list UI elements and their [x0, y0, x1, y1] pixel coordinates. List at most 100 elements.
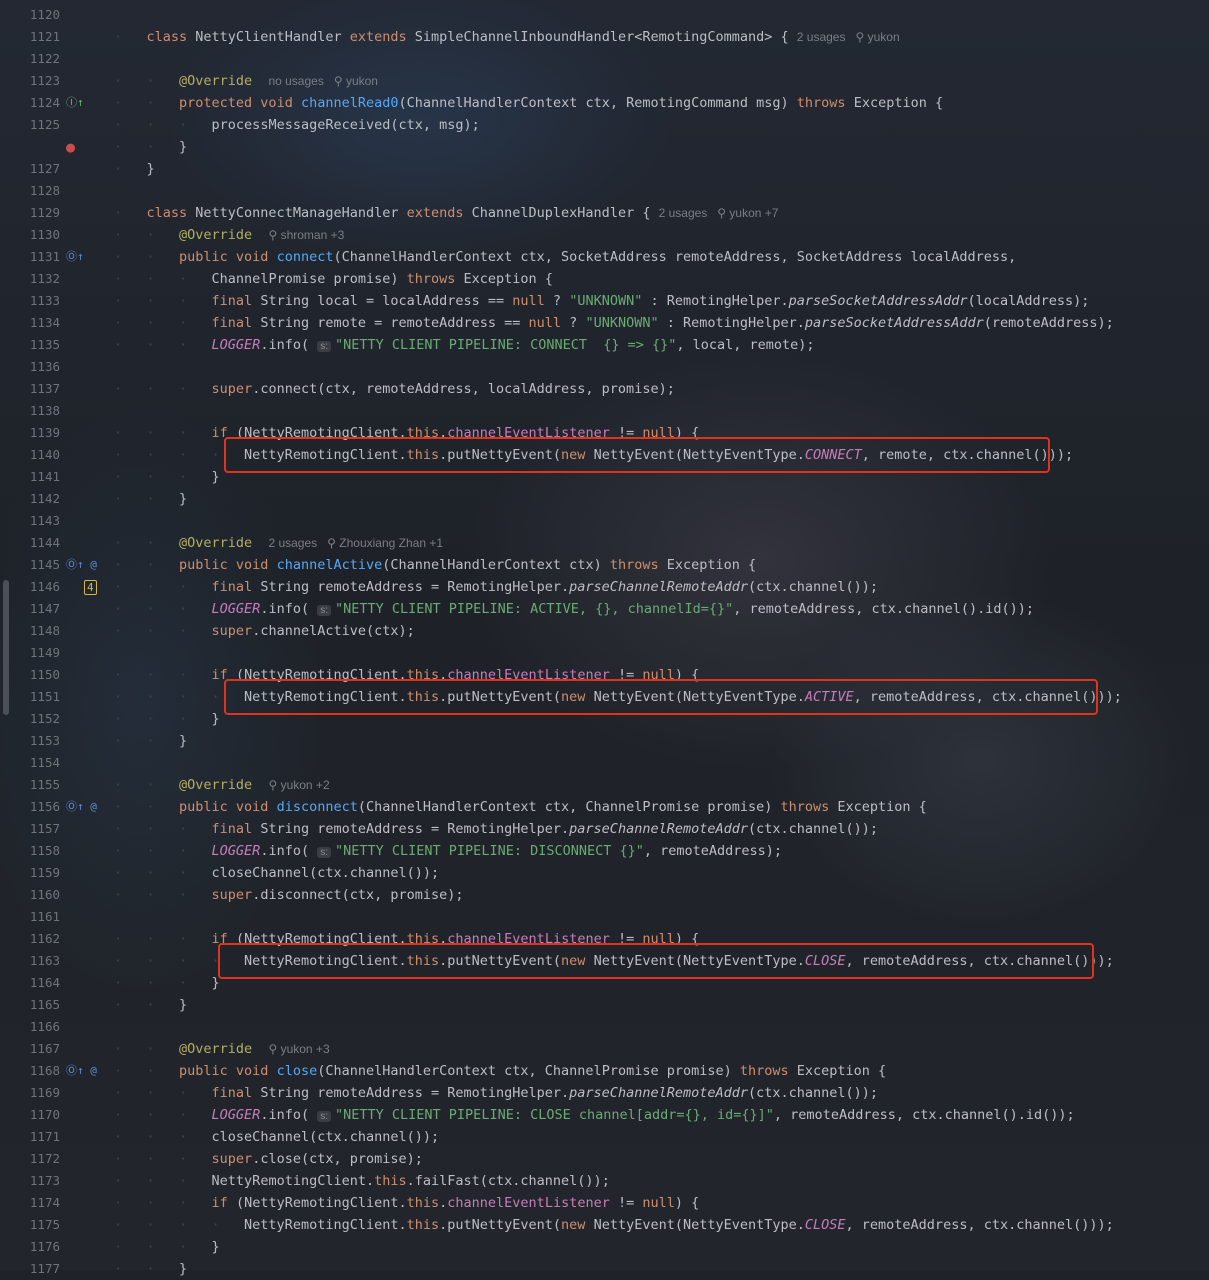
code-line[interactable] — [110, 642, 1209, 664]
code-line[interactable]: · · @Override no usages ⚲ yukon — [110, 70, 1209, 92]
code-line[interactable]: · · · ChannelPromise promise) throws Exc… — [110, 268, 1209, 290]
code-line[interactable] — [110, 510, 1209, 532]
code-token: (ctx.channel()); — [747, 821, 879, 837]
line-number: 1172 — [29, 1151, 60, 1166]
line-number: 1176 — [29, 1239, 60, 1254]
code-line[interactable]: · · @Override ⚲ yukon +3 — [110, 1038, 1209, 1060]
code-line[interactable]: · · } — [110, 488, 1209, 510]
code-line[interactable]: · · · super.channelActive(ctx); — [110, 620, 1209, 642]
warning-count-gutter-icon[interactable]: 4 — [84, 580, 97, 595]
inlay-hint[interactable]: 2 usages ⚲ yukon — [797, 30, 900, 44]
inlay-hint[interactable]: 2 usages ⚲ Zhouxiang Zhan +1 — [268, 536, 443, 550]
code-line[interactable]: · · public void channelActive(ChannelHan… — [110, 554, 1209, 576]
code-line[interactable]: · · · final String remoteAddress = Remot… — [110, 818, 1209, 840]
code-token: throws — [739, 1063, 789, 1079]
code-token: (remoteAddress); — [983, 315, 1114, 331]
inlay-hint[interactable]: ⚲ yukon +3 — [268, 1042, 329, 1056]
code-line[interactable] — [110, 48, 1209, 70]
indent-guide: · · · — [114, 271, 212, 287]
code-line[interactable]: · · · final String remote = remoteAddres… — [110, 312, 1209, 334]
code-line[interactable]: · · } — [110, 136, 1209, 158]
code-line[interactable] — [110, 400, 1209, 422]
code-line[interactable]: · · } — [110, 994, 1209, 1016]
indent-guide: · · — [114, 733, 180, 749]
code-line[interactable]: · · · super.connect(ctx, remoteAddress, … — [110, 378, 1209, 400]
code-token: .channelActive(ctx); — [252, 623, 415, 639]
override-annotated-gutter-icon[interactable]: Ⓞ↑ @ — [66, 796, 97, 818]
code-line[interactable]: · · · LOGGER.info( s: "NETTY CLIENT PIPEL… — [110, 334, 1209, 356]
code-line[interactable]: · · · closeChannel(ctx.channel()); — [110, 1126, 1209, 1148]
code-line[interactable]: · · public void disconnect(ChannelHandle… — [110, 796, 1209, 818]
line-number: 1171 — [29, 1129, 60, 1144]
code-token: public void — [179, 1063, 269, 1079]
indent-guide: · · · — [114, 975, 212, 991]
code-line[interactable]: · · · final String local = localAddress … — [110, 290, 1209, 312]
code-token: .connect(ctx, remoteAddress, localAddres… — [252, 381, 675, 397]
line-number: 1134 — [29, 315, 60, 330]
inlay-hint[interactable]: no usages ⚲ yukon — [268, 74, 378, 88]
indent-guide: · · — [114, 1063, 180, 1079]
code-editor-area[interactable]: · class NettyClientHandler extends Simpl… — [110, 0, 1209, 1277]
code-line[interactable]: · } — [110, 158, 1209, 180]
code-token: throws — [609, 557, 659, 573]
code-line[interactable]: · · · · NettyRemotingClient.this.putNett… — [110, 1214, 1209, 1236]
code-line[interactable]: · · · if (NettyRemotingClient.this.chann… — [110, 1192, 1209, 1214]
code-line[interactable]: · · public void close(ChannelHandlerCont… — [110, 1060, 1209, 1082]
code-line[interactable]: · · · LOGGER.info( s: "NETTY CLIENT PIPEL… — [110, 1104, 1209, 1126]
indent-guide: · · — [114, 95, 180, 111]
code-token: channelEventListener — [447, 1195, 610, 1211]
code-line[interactable]: · · · final String remoteAddress = Remot… — [110, 576, 1209, 598]
override-annotated-gutter-icon[interactable]: Ⓞ↑ @ — [66, 554, 97, 576]
code-line[interactable] — [110, 356, 1209, 378]
code-line[interactable]: · · · LOGGER.info( s: "NETTY CLIENT PIPEL… — [110, 598, 1209, 620]
line-number: 1120 — [29, 7, 60, 22]
implements-gutter-icon[interactable]: Ⓘ↑ — [66, 92, 84, 114]
code-line[interactable]: · · public void connect(ChannelHandlerCo… — [110, 246, 1209, 268]
line-number: 1167 — [29, 1041, 60, 1056]
line-number: 1145 — [29, 557, 60, 572]
code-line[interactable]: · · · super.close(ctx, promise); — [110, 1148, 1209, 1170]
code-line[interactable] — [110, 180, 1209, 202]
line-number: 1151 — [29, 689, 60, 704]
code-line[interactable]: · · · closeChannel(ctx.channel()); — [110, 862, 1209, 884]
code-line[interactable]: · · @Override 2 usages ⚲ Zhouxiang Zhan … — [110, 532, 1209, 554]
code-line[interactable]: · · · super.disconnect(ctx, promise); — [110, 884, 1209, 906]
code-token: channelRead0 — [300, 95, 399, 111]
highlight-box — [224, 437, 1050, 473]
code-token: if — [211, 1195, 228, 1211]
code-line[interactable]: · · · } — [110, 1236, 1209, 1258]
inlay-hint[interactable]: ⚲ shroman +3 — [268, 228, 344, 242]
code-line[interactable] — [110, 752, 1209, 774]
code-line[interactable]: · · } — [110, 730, 1209, 752]
line-number: 1154 — [29, 755, 60, 770]
code-token: super — [211, 1151, 253, 1167]
code-token: (localAddress); — [967, 293, 1090, 309]
code-line[interactable]: · · · NettyRemotingClient.this.failFast(… — [110, 1170, 1209, 1192]
code-token: super — [211, 887, 253, 903]
code-line[interactable] — [110, 1016, 1209, 1038]
code-line[interactable]: · · · final String remoteAddress = Remot… — [110, 1082, 1209, 1104]
code-line[interactable]: · class NettyConnectManageHandler extend… — [110, 202, 1209, 224]
override-gutter-icon[interactable]: Ⓞ↑ — [66, 246, 84, 268]
code-line[interactable] — [110, 4, 1209, 26]
code-token: .close(ctx, promise); — [252, 1151, 423, 1167]
inlay-hint[interactable]: ⚲ yukon +2 — [268, 778, 329, 792]
code-line[interactable] — [110, 906, 1209, 928]
inlay-hint[interactable]: 2 usages ⚲ yukon +7 — [659, 206, 779, 220]
code-line[interactable]: · · · LOGGER.info( s: "NETTY CLIENT PIPEL… — [110, 840, 1209, 862]
code-line[interactable]: · class NettyClientHandler extends Simpl… — [110, 26, 1209, 48]
code-token: @Override — [179, 777, 253, 793]
code-line[interactable]: · · protected void channelRead0(ChannelH… — [110, 92, 1209, 114]
override-annotated-gutter-icon[interactable]: Ⓞ↑ @ — [66, 1060, 97, 1082]
code-line[interactable]: · · · processMessageReceived(ctx, msg); — [110, 114, 1209, 136]
code-line[interactable]: · · @Override ⚲ yukon +2 — [110, 774, 1209, 796]
code-token: SimpleChannelInboundHandler<RemotingComm… — [406, 29, 797, 45]
code-line[interactable]: · · } — [110, 1258, 1209, 1280]
code-line[interactable]: · · @Override ⚲ shroman +3 — [110, 224, 1209, 246]
breakpoint-gutter-icon[interactable]: ● — [66, 136, 75, 158]
